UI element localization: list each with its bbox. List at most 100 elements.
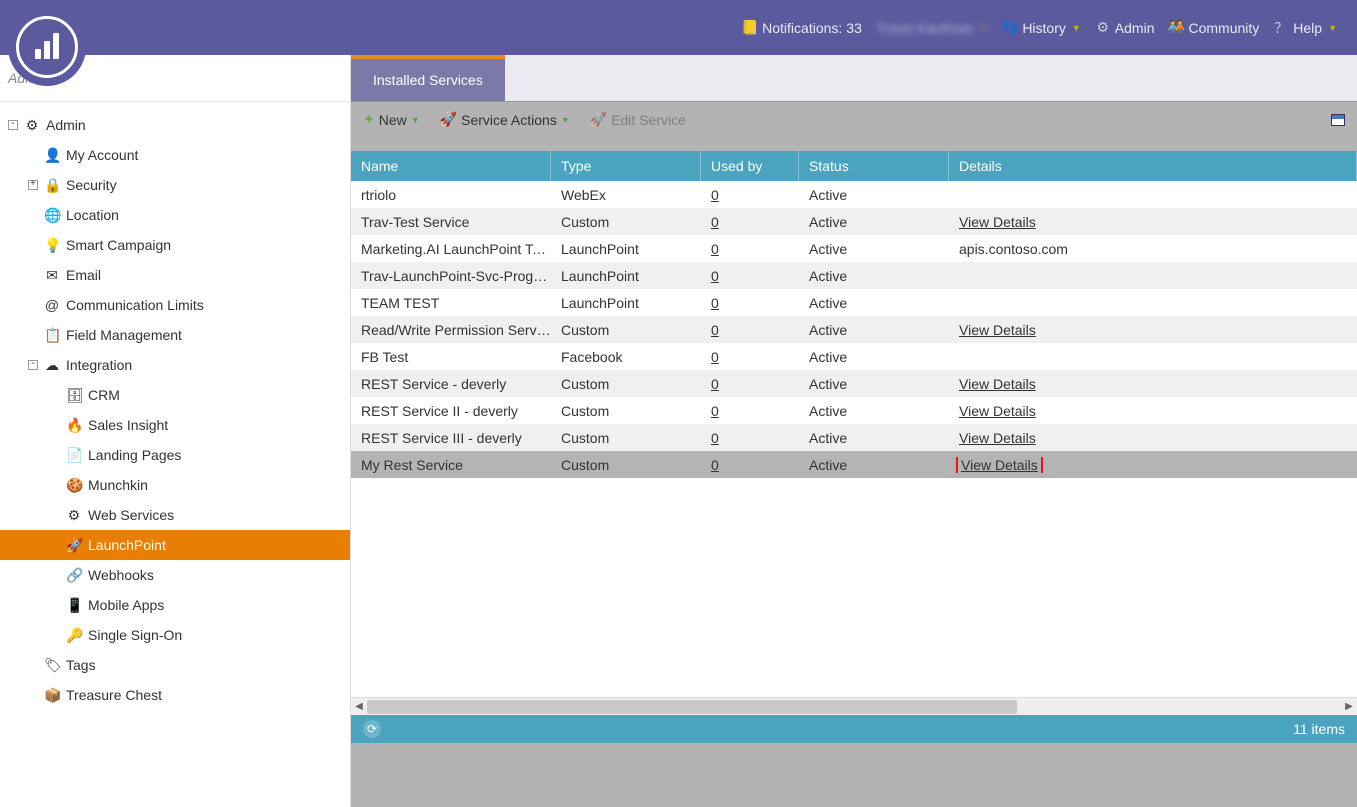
cell-used-by: 0	[701, 322, 799, 338]
spacer-icon	[28, 150, 38, 160]
app-logo[interactable]	[8, 8, 86, 86]
service-actions-button[interactable]: 🚀 Service Actions ▼	[440, 111, 570, 128]
sidebar-item-label: Landing Pages	[88, 447, 181, 463]
table-row[interactable]: Trav-Test ServiceCustom0ActiveView Detai…	[351, 208, 1357, 235]
cell-type: Custom	[551, 457, 701, 473]
refresh-button[interactable]: ⟳	[363, 720, 381, 738]
sidebar-item-label: Web Services	[88, 507, 174, 523]
scroll-thumb[interactable]	[367, 700, 1017, 714]
cell-used-by-link[interactable]: 0	[711, 295, 719, 311]
sidebar-item-security[interactable]: +🔒Security	[0, 170, 350, 200]
cell-used-by-link[interactable]: 0	[711, 268, 719, 284]
history-menu[interactable]: 👣 History ▼	[1002, 20, 1080, 36]
cell-details-link[interactable]: View Details	[959, 457, 1040, 473]
cell-details-link[interactable]: View Details	[959, 214, 1036, 230]
admin-menu[interactable]: ⚙ Admin	[1095, 20, 1155, 36]
web-services-icon: ⚙	[66, 507, 82, 524]
rocket-icon: 🚀	[440, 111, 457, 128]
community-menu[interactable]: 🧑‍🤝‍🧑 Community	[1168, 20, 1259, 36]
cell-used-by-link[interactable]: 0	[711, 403, 719, 419]
table-row[interactable]: REST Service II - deverlyCustom0ActiveVi…	[351, 397, 1357, 424]
table-row[interactable]: rtrioloWebEx0Active	[351, 181, 1357, 208]
sidebar-item-munchkin[interactable]: 🍪Munchkin	[0, 470, 350, 500]
user-name: Travis Kaufman	[876, 20, 974, 36]
cell-name: Marketing.AI LaunchPoint Te...	[351, 241, 551, 257]
col-header-status[interactable]: Status	[799, 151, 949, 181]
sidebar-item-landing-pages[interactable]: 📄Landing Pages	[0, 440, 350, 470]
cell-details-link[interactable]: View Details	[959, 322, 1036, 338]
cell-details: View Details	[949, 403, 1357, 419]
sidebar-item-communication-limits[interactable]: @ Communication Limits	[0, 290, 350, 320]
sidebar-item-integration[interactable]: -☁Integration	[0, 350, 350, 380]
sidebar-item-field-management[interactable]: 📋Field Management	[0, 320, 350, 350]
sidebar-item-mobile-apps[interactable]: 📱Mobile Apps	[0, 590, 350, 620]
sidebar-item-treasure-chest[interactable]: 📦Treasure Chest	[0, 680, 350, 710]
cell-details: View Details	[949, 376, 1357, 392]
cell-status: Active	[799, 376, 949, 392]
cell-status: Active	[799, 349, 949, 365]
tab-installed-services[interactable]: Installed Services	[351, 55, 505, 101]
table-row[interactable]: Read/Write Permission Servi...Custom0Act…	[351, 316, 1357, 343]
chevron-down-icon: ▼	[979, 23, 988, 33]
help-menu[interactable]: ？ Help ▼	[1273, 20, 1337, 36]
cell-used-by-link[interactable]: 0	[711, 376, 719, 392]
new-label: New	[379, 112, 407, 128]
cell-details-link[interactable]: View Details	[959, 376, 1036, 392]
sidebar-item-webhooks[interactable]: 🔗Webhooks	[0, 560, 350, 590]
cell-details-link[interactable]: View Details	[959, 403, 1036, 419]
cell-used-by-link[interactable]: 0	[711, 457, 719, 473]
sidebar-item-web-services[interactable]: ⚙ Web Services	[0, 500, 350, 530]
chevron-down-icon: ▼	[561, 115, 570, 125]
horizontal-scrollbar[interactable]: ◀ ▶	[351, 697, 1357, 715]
sidebar-item-label: Admin	[46, 117, 86, 133]
sidebar-item-my-account[interactable]: 👤My Account	[0, 140, 350, 170]
user-menu[interactable]: Travis Kaufman ▼	[876, 20, 988, 36]
scroll-left-arrow[interactable]: ◀	[351, 699, 367, 715]
table-row[interactable]: REST Service - deverlyCustom0ActiveView …	[351, 370, 1357, 397]
notifications-menu[interactable]: 📒 Notifications: 33	[742, 20, 862, 36]
cell-used-by-link[interactable]: 0	[711, 430, 719, 446]
scroll-right-arrow[interactable]: ▶	[1341, 699, 1357, 715]
sidebar-item-location[interactable]: 🌐Location	[0, 200, 350, 230]
sidebar-item-admin-root[interactable]: -⚙ Admin	[0, 110, 350, 140]
sidebar-item-smart-campaign[interactable]: 💡Smart Campaign	[0, 230, 350, 260]
communication-limits-icon: @	[44, 297, 60, 313]
col-header-used-by[interactable]: Used by	[701, 151, 799, 181]
col-header-type[interactable]: Type	[551, 151, 701, 181]
cell-status: Active	[799, 295, 949, 311]
sidebar-item-single-sign-on[interactable]: 🔑Single Sign-On	[0, 620, 350, 650]
sidebar-item-launchpoint[interactable]: 🚀LaunchPoint	[0, 530, 350, 560]
collapse-icon[interactable]: -	[8, 120, 18, 130]
mobile-apps-icon: 📱	[66, 597, 82, 614]
table-row[interactable]: REST Service III - deverlyCustom0ActiveV…	[351, 424, 1357, 451]
cell-used-by-link[interactable]: 0	[711, 322, 719, 338]
munchkin-icon: 🍪	[66, 477, 82, 494]
sidebar-item-tags[interactable]: 🏷Tags	[0, 650, 350, 680]
cell-status: Active	[799, 430, 949, 446]
sidebar-item-label: CRM	[88, 387, 120, 403]
new-button[interactable]: ✦ New ▼	[363, 111, 420, 128]
table-row[interactable]: TEAM TESTLaunchPoint0Active	[351, 289, 1357, 316]
admin-root-icon: ⚙	[24, 117, 40, 134]
collapse-icon[interactable]: -	[28, 360, 38, 370]
cell-name: Trav-LaunchPoint-Svc-Prog-I...	[351, 268, 551, 284]
expand-icon[interactable]: +	[28, 180, 38, 190]
sidebar-item-sales-insight[interactable]: 🔥Sales Insight	[0, 410, 350, 440]
cell-used-by-link[interactable]: 0	[711, 187, 719, 203]
table-row[interactable]: Trav-LaunchPoint-Svc-Prog-I...LaunchPoin…	[351, 262, 1357, 289]
cell-details-link[interactable]: View Details	[959, 430, 1036, 446]
cell-used-by-link[interactable]: 0	[711, 214, 719, 230]
cell-details: apis.contoso.com	[949, 241, 1357, 257]
integration-icon: ☁	[44, 357, 60, 374]
sidebar-item-crm[interactable]: 🗄CRM	[0, 380, 350, 410]
col-header-details[interactable]: Details	[949, 151, 1357, 181]
sidebar-item-email[interactable]: ✉Email	[0, 260, 350, 290]
table-row[interactable]: FB TestFacebook0Active	[351, 343, 1357, 370]
col-header-name[interactable]: Name	[351, 151, 551, 181]
table-row[interactable]: Marketing.AI LaunchPoint Te...LaunchPoin…	[351, 235, 1357, 262]
table-row[interactable]: My Rest ServiceCustom0ActiveView Details	[351, 451, 1357, 478]
maximize-button[interactable]	[1331, 114, 1345, 126]
cell-used-by-link[interactable]: 0	[711, 241, 719, 257]
sidebar-item-label: Communication Limits	[66, 297, 204, 313]
cell-used-by-link[interactable]: 0	[711, 349, 719, 365]
